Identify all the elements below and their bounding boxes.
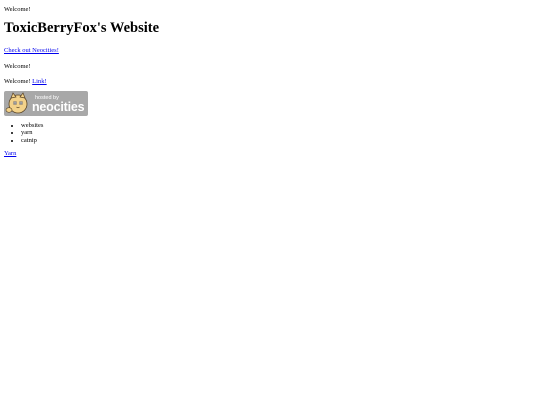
list-item: yarn [21, 129, 536, 136]
neocities-cat-icon [5, 92, 28, 114]
neocities-brand-text: neocities [32, 99, 85, 114]
welcome-text: Welcome! [4, 6, 31, 13]
interests-list: websites yarn catnip [4, 122, 536, 144]
welcome-text-2: Welcome! [4, 62, 31, 70]
list-item: catnip [21, 137, 536, 144]
check-out-neocities-link[interactable]: Check out Neocities! [4, 47, 59, 54]
link-link[interactable]: Link! [32, 78, 46, 85]
hosted-by-neocities-badge[interactable]: hosted by neocities [4, 90, 88, 116]
yarn-link[interactable]: Yarn [4, 150, 16, 157]
welcome-link-paragraph: Welcome! Link! [4, 78, 536, 85]
yarn-link-paragraph: Yarn [4, 150, 536, 157]
neocities-link-paragraph: Check out Neocities! [4, 47, 536, 54]
page: Welcome! ToxicBerryFox's Website Check o… [0, 0, 540, 158]
welcome-text-3: Welcome! [4, 78, 33, 86]
page-title: ToxicBerryFox's Website [4, 20, 160, 37]
list-item: websites [21, 122, 536, 129]
